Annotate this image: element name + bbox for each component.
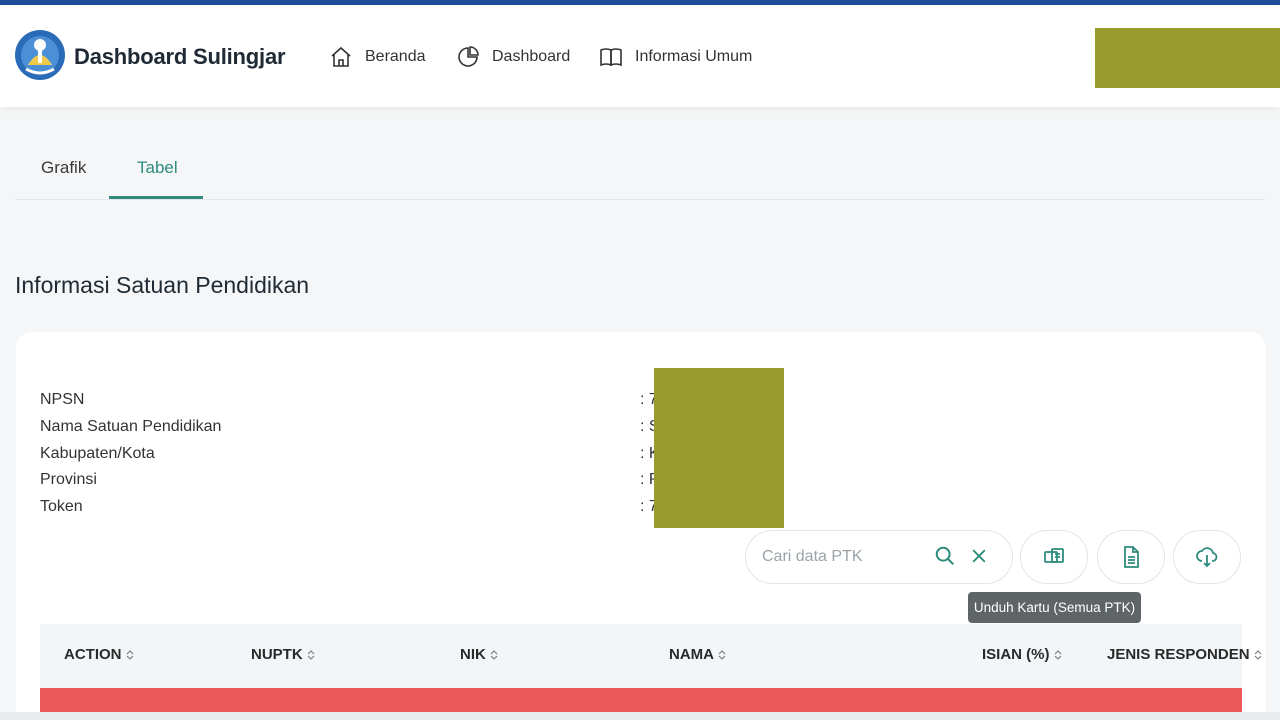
export-document-button[interactable] — [1097, 530, 1165, 584]
info-label-nama: Nama Satuan Pendidikan — [40, 418, 222, 435]
school-info-card: NPSN Nama Satuan Pendidikan Kabupaten/Ko… — [16, 332, 1266, 720]
column-header-nuptk[interactable]: NUPTK — [251, 646, 315, 663]
document-icon — [1124, 546, 1139, 568]
column-label-action: ACTION — [64, 646, 122, 663]
clear-icon[interactable] — [969, 546, 989, 566]
info-label-token: Token — [40, 498, 83, 515]
tab-tabel[interactable]: Tabel — [137, 158, 178, 178]
column-label-nik: NIK — [460, 646, 486, 663]
table-header: ACTION NUPTK NIK NAMA ISIAN (%) JENIS RE… — [40, 624, 1261, 688]
column-header-jenis-responden[interactable]: JENIS RESPONDEN — [1107, 646, 1262, 663]
header: Dashboard Sulingjar Beranda Dashboard In… — [0, 5, 1280, 107]
nav-informasi-umum[interactable]: Informasi Umum — [599, 43, 752, 71]
redacted-user-area — [1095, 28, 1280, 88]
tab-grafik[interactable]: Grafik — [41, 158, 86, 178]
column-header-nama[interactable]: NAMA — [669, 646, 726, 663]
nav-dashboard-label: Dashboard — [492, 48, 571, 65]
active-tab-indicator — [109, 196, 203, 199]
home-icon — [331, 46, 351, 67]
brand-title[interactable]: Dashboard Sulingjar — [74, 44, 286, 70]
info-label-npsn: NPSN — [40, 391, 85, 408]
sort-icon — [490, 649, 498, 660]
sort-icon — [307, 649, 315, 660]
sort-icon — [126, 649, 133, 660]
tut-wuri-handayani-logo — [15, 30, 65, 80]
info-label-provinsi: Provinsi — [40, 471, 97, 488]
nav-beranda[interactable]: Beranda — [329, 43, 426, 71]
column-header-action[interactable]: ACTION — [64, 646, 134, 663]
table-row[interactable] — [40, 688, 1242, 712]
bottom-bar — [0, 712, 1280, 720]
column-label-jenis-responden: JENIS RESPONDEN — [1107, 646, 1250, 663]
info-label-kabupaten: Kabupaten/Kota — [40, 445, 155, 462]
sort-icon — [1054, 649, 1061, 660]
pie-chart-icon — [458, 46, 479, 67]
column-label-nuptk: NUPTK — [251, 646, 303, 663]
column-label-isian: ISIAN (%) — [982, 646, 1050, 663]
column-header-isian[interactable]: ISIAN (%) — [982, 646, 1062, 663]
column-label-nama: NAMA — [669, 646, 714, 663]
print-card-icon — [1044, 548, 1064, 563]
column-header-nik[interactable]: NIK — [460, 646, 498, 663]
nav-dashboard[interactable]: Dashboard — [456, 43, 570, 71]
book-icon — [600, 48, 622, 67]
sort-icon — [1254, 649, 1261, 660]
tooltip: Unduh Kartu (Semua PTK) — [968, 592, 1141, 623]
cloud-download-icon — [1196, 547, 1218, 568]
cloud-download-button[interactable] — [1173, 530, 1241, 584]
redacted-info-values — [654, 368, 784, 528]
sort-icon — [718, 649, 726, 660]
download-card-button[interactable] — [1020, 530, 1088, 584]
view-tabs: Grafik Tabel — [15, 140, 1265, 200]
search-input[interactable] — [762, 544, 922, 570]
search-icon[interactable] — [934, 545, 956, 567]
nav-beranda-label: Beranda — [365, 48, 426, 65]
search-box — [745, 530, 1013, 584]
nav-informasi-umum-label: Informasi Umum — [635, 48, 753, 65]
section-title: Informasi Satuan Pendidikan — [15, 272, 310, 298]
